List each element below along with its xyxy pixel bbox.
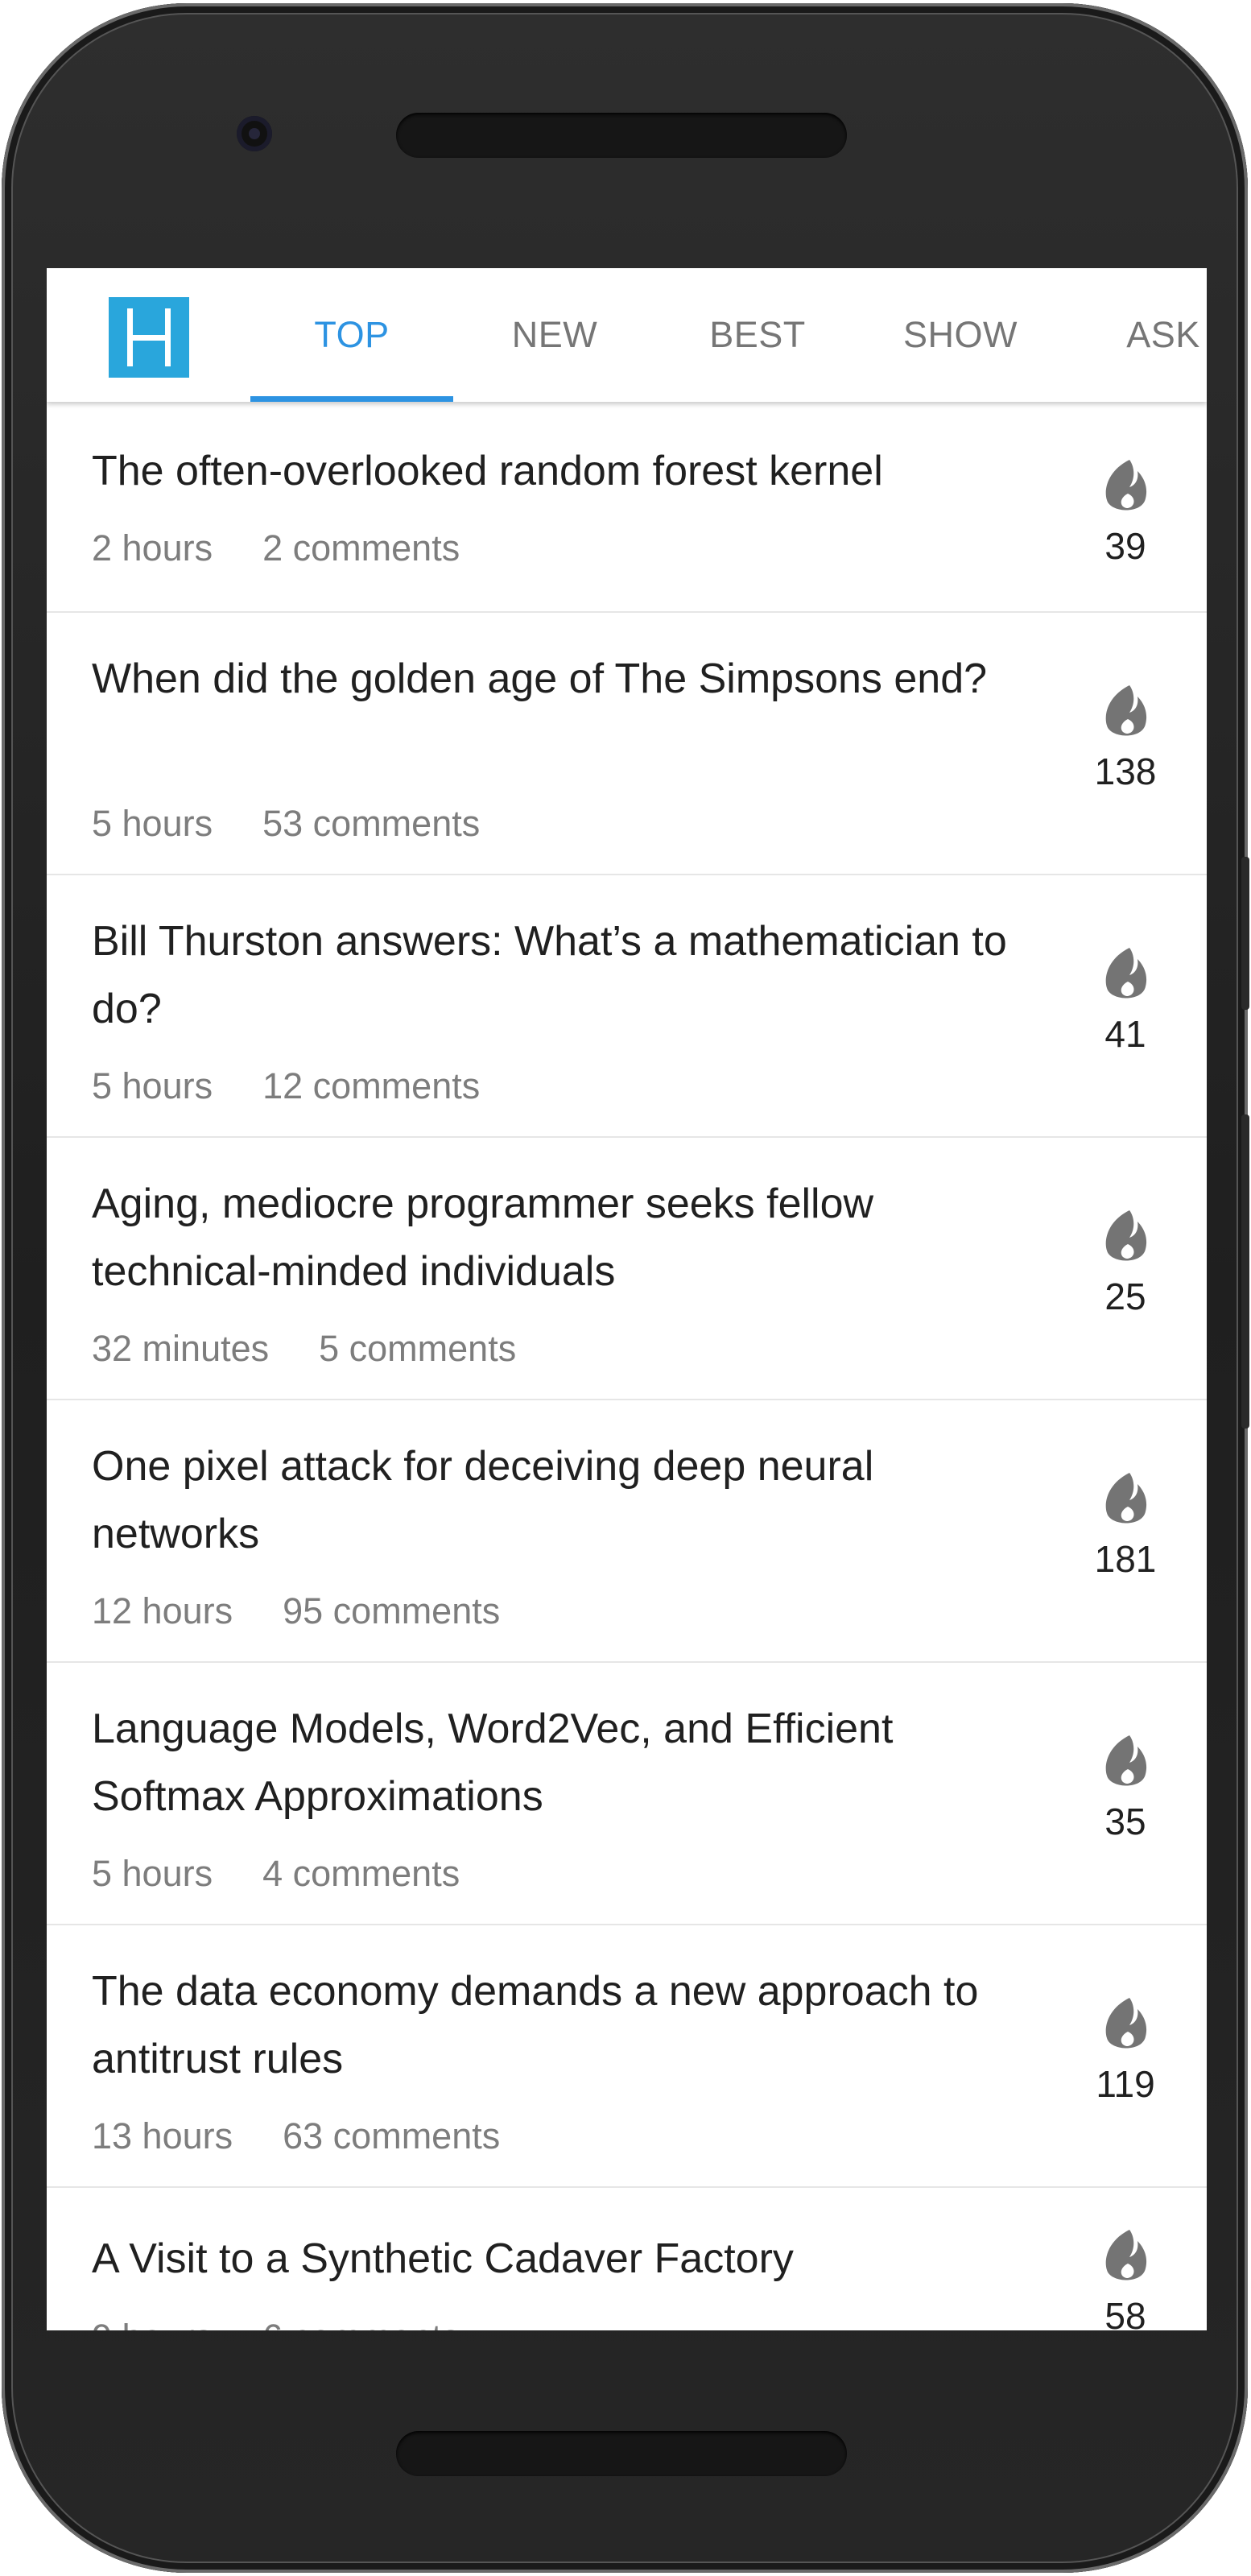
flame-icon [1105, 1210, 1147, 1261]
earpiece-speaker [396, 113, 847, 158]
tab-show[interactable]: SHOW [859, 268, 1062, 402]
score-value: 138 [1094, 750, 1157, 792]
story-age: 13 hours [92, 2115, 233, 2156]
story-comments[interactable]: 95 comments [283, 1590, 500, 1631]
story-title: Aging, mediocre programmer seeks fellow … [92, 1180, 874, 1295]
list-item[interactable]: A Visit to a Synthetic Cadaver Factory 9… [47, 2188, 1207, 2330]
story-title: The often-overlooked random forest kerne… [92, 448, 883, 494]
tab-ask[interactable]: ASK [1062, 268, 1207, 402]
app-screen: TOP NEW BEST SHOW ASK The often-overlook… [47, 268, 1207, 2330]
volume-button [1241, 857, 1249, 1010]
story-title: Language Models, Word2Vec, and Efficient… [92, 1706, 894, 1820]
list-item[interactable]: Language Models, Word2Vec, and Efficient… [47, 1663, 1207, 1925]
story-meta: 5 hours 53 comments [92, 803, 480, 845]
story-score: 35 [1045, 1734, 1206, 1843]
story-age: 32 minutes [92, 1328, 270, 1369]
story-meta: 5 hours 12 comments [92, 1065, 480, 1107]
story-age: 5 hours [92, 1065, 213, 1106]
story-title: One pixel attack for deceiving deep neur… [92, 1443, 874, 1557]
tab-top-label: TOP [314, 314, 390, 355]
front-camera [237, 116, 272, 151]
story-meta: 2 hours 2 comments [92, 527, 460, 569]
app-logo[interactable] [109, 297, 189, 378]
story-title: A Visit to a Synthetic Cadaver Factory [92, 2235, 794, 2282]
flame-icon [1105, 1473, 1147, 1524]
flame-icon [1105, 1998, 1147, 2049]
score-value: 41 [1104, 1013, 1146, 1055]
list-item[interactable]: When did the golden age of The Simpsons … [47, 613, 1207, 875]
list-item[interactable]: The often-overlooked random forest kerne… [47, 402, 1207, 613]
list-item[interactable]: The data economy demands a new approach … [47, 1925, 1207, 2188]
score-value: 35 [1104, 1801, 1146, 1842]
tab-show-label: SHOW [903, 314, 1018, 355]
tab-best-label: BEST [709, 314, 806, 355]
story-comments[interactable]: 6 comments [262, 2317, 460, 2330]
story-comments[interactable]: 53 comments [262, 803, 480, 844]
bottom-speaker [396, 2431, 847, 2476]
story-meta: 12 hours 95 comments [92, 1590, 500, 1632]
flame-icon [1105, 948, 1147, 999]
tab-ask-label: ASK [1126, 314, 1200, 355]
story-age: 2 hours [92, 527, 213, 569]
story-age: 5 hours [92, 1853, 213, 1894]
list-item[interactable]: Aging, mediocre programmer seeks fellow … [47, 1138, 1207, 1400]
story-title: Bill Thurston answers: What’s a mathemat… [92, 918, 1007, 1032]
story-score: 41 [1045, 946, 1206, 1056]
story-meta: 9 hours 6 comments [92, 2317, 460, 2330]
story-comments[interactable]: 2 comments [262, 527, 460, 569]
phone-frame: TOP NEW BEST SHOW ASK The often-overlook… [2, 3, 1249, 2573]
score-value: 58 [1104, 2295, 1146, 2330]
score-value: 119 [1096, 2063, 1155, 2105]
story-list: The often-overlooked random forest kerne… [47, 402, 1207, 2330]
story-title: When did the golden age of The Simpsons … [92, 655, 988, 702]
story-comments[interactable]: 12 comments [262, 1065, 480, 1106]
story-meta: 32 minutes 5 comments [92, 1328, 516, 1370]
story-meta: 5 hours 4 comments [92, 1853, 460, 1895]
story-age: 5 hours [92, 803, 213, 844]
tab-new-label: NEW [511, 314, 598, 355]
tab-new[interactable]: NEW [453, 268, 656, 402]
active-tab-indicator [250, 396, 453, 402]
tab-top[interactable]: TOP [250, 268, 453, 402]
logo-letter-icon [127, 308, 171, 366]
flame-icon [1105, 2230, 1147, 2280]
story-comments[interactable]: 4 comments [262, 1853, 460, 1894]
story-comments[interactable]: 5 comments [319, 1328, 516, 1369]
story-score: 181 [1045, 1471, 1206, 1581]
story-title: The data economy demands a new approach … [92, 1968, 979, 2082]
score-value: 181 [1094, 1538, 1157, 1580]
flame-icon [1105, 460, 1147, 511]
story-meta: 13 hours 63 comments [92, 2115, 500, 2157]
flame-icon [1105, 685, 1147, 736]
story-score: 25 [1045, 1209, 1206, 1318]
score-value: 25 [1104, 1276, 1146, 1317]
flame-icon [1105, 1735, 1147, 1786]
tab-best[interactable]: BEST [656, 268, 859, 402]
story-age: 12 hours [92, 1590, 233, 1631]
story-score: 119 [1045, 1996, 1206, 2106]
story-comments[interactable]: 63 comments [283, 2115, 500, 2156]
app-bar: TOP NEW BEST SHOW ASK [47, 268, 1207, 402]
story-score: 138 [1045, 684, 1206, 793]
list-item[interactable]: One pixel attack for deceiving deep neur… [47, 1400, 1207, 1663]
power-button [1241, 1114, 1249, 1429]
score-value: 39 [1104, 525, 1146, 567]
story-score: 39 [1045, 458, 1206, 568]
list-item[interactable]: Bill Thurston answers: What’s a mathemat… [47, 875, 1207, 1138]
story-age: 9 hours [92, 2317, 213, 2330]
story-score: 58 [1045, 2228, 1206, 2330]
